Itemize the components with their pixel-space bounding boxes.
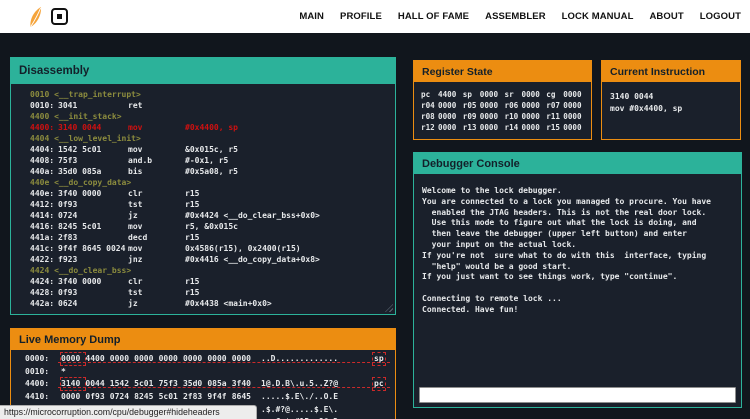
disassembly-label: 4404 <__low_level_init> (30, 134, 141, 143)
register-r08: r08 0000 (421, 112, 457, 121)
register-r04: r04 0000 (421, 101, 457, 110)
register-grid: pc 4400 sp 0000 sr 0000 cg 0000 r04 0000 r05 0000 r0… (421, 89, 585, 133)
console-line: If you're not sure what to do with this … (422, 250, 707, 260)
disassembly-label: 4400 <__init_stack> (30, 112, 122, 121)
register-state-panel: Register State pc 4400 sp 0000 sr 0000 cg 0000 r… (413, 60, 592, 140)
current-instruction-text: mov #0x4400, sp (610, 104, 683, 113)
disassembly-instruction[interactable]: 0010: 3041 ret (11, 100, 395, 111)
nav-item-profile[interactable]: PROFILE (340, 11, 382, 22)
disassembly-label: 0010 <__trap_interrupt> (30, 90, 141, 99)
register-state-header: Register State (414, 61, 591, 82)
nav-item-assembler[interactable]: ASSEMBLER (485, 11, 546, 22)
square-logo-icon (51, 8, 68, 25)
console-line: your input on the actual lock. (422, 239, 577, 249)
disassembly-instruction[interactable]: 4414: 0724 jz #0x4424 <__do_clear_bss+0x0> (11, 210, 395, 221)
register-r11: r11 0000 (546, 112, 582, 121)
pointer-badge-sp: sp (372, 352, 386, 366)
console-line: Welcome to the lock debugger. (422, 186, 562, 195)
register-r06: r06 0000 (504, 101, 540, 110)
disassembly-instruction[interactable]: 4416: 8245 5c01 mov r5, &0x015c (11, 221, 395, 232)
disassembly-lines: 0010 <__trap_interrupt> 0010: 3041 ret 4400 … (11, 84, 395, 314)
current-instruction-panel: Current Instruction 3140 0044 mov #0x440… (601, 60, 741, 140)
disassembly-instruction[interactable]: 442a: 0624 jz #0x4438 <main+0x0> (11, 298, 395, 309)
register-r12: r12 0000 (421, 123, 457, 132)
nav-item-hall-of-fame[interactable]: HALL OF FAME (398, 11, 469, 22)
disassembly-instruction[interactable]: 4428: 0f93 tst r15 (11, 287, 395, 298)
console-line: Connected. Have fun! (422, 304, 519, 314)
console-line: "help" would be a good start. (422, 261, 572, 271)
memory-dump-header: Live Memory Dump (11, 329, 395, 350)
register-r15: r15 0000 (546, 123, 582, 132)
register-r09: r09 0000 (462, 112, 499, 121)
register-cg: cg 0000 (546, 90, 582, 99)
logo-group (0, 6, 68, 28)
console-line: Use this mode to figure out what the loc… (422, 218, 697, 228)
register-r13: r13 0000 (462, 123, 499, 132)
current-instruction-header: Current Instruction (602, 61, 740, 82)
console-line: Connecting to remote lock ... (422, 293, 562, 303)
disassembly-instruction[interactable]: 4408: 75f3 and.b #-0x1, r5 (11, 155, 395, 166)
disassembly-instruction[interactable]: 4412: 0f93 tst r15 (11, 199, 395, 210)
disassembly-instruction[interactable]: 4404: 1542 5c01 mov &0x015c, r5 (11, 144, 395, 155)
register-r10: r10 0000 (504, 112, 540, 121)
console-line: You are connected to a lock you managed … (422, 196, 711, 206)
disassembly-panel: Disassembly 0010 <__trap_interrupt> 0010:… (10, 57, 396, 315)
register-pc: pc 4400 (421, 90, 457, 99)
disassembly-instruction[interactable]: 4424: 3f40 0000 clr r15 (11, 276, 395, 287)
register-r14: r14 0000 (504, 123, 540, 132)
disassembly-instruction[interactable]: 440e: 3f40 0000 clr r15 (11, 188, 395, 199)
memory-row: 0010: * (25, 366, 66, 376)
disassembly-instruction[interactable]: 441c: 9f4f 8645 0024 mov 0x4586(r15), 0x240… (11, 243, 395, 254)
register-sp: sp 0000 (462, 90, 499, 99)
nav-item-logout[interactable]: LOGOUT (700, 11, 741, 22)
console-input[interactable] (419, 387, 736, 403)
console-line: If you just want to see things work, typ… (422, 272, 678, 282)
console-output: Welcome to the lock debugger. You are con… (414, 174, 741, 385)
disassembly-instruction[interactable]: 440a: 35d0 085a bis #0x5a08, r5 (11, 166, 395, 177)
memory-row: 4410: 0000 0f93 0724 8245 5c01 2f83 9f4f 8645...… (25, 392, 339, 402)
disassembly-header: Disassembly (11, 58, 395, 84)
disassembly-instruction[interactable]: 441a: 2f83 decd r15 (11, 232, 395, 243)
disassembly-label: 440e <__do_copy_data> (30, 178, 132, 187)
top-header-bar: MAIN PROFILE HALL OF FAME ASSEMBLER LOCK MAN… (0, 0, 750, 33)
disassembly-instruction-current[interactable]: 4400: 3140 0044 mov #0x4400, sp (11, 122, 395, 133)
console-line: then leave the debugger (upper left butt… (422, 229, 687, 239)
nav: MAIN PROFILE HALL OF FAME ASSEMBLER LOCK MAN… (299, 11, 750, 22)
disassembly-label: 4424 <__do_clear_bss> (30, 266, 132, 275)
nav-item-about[interactable]: ABOUT (649, 11, 683, 22)
register-r05: r05 0000 (462, 101, 499, 110)
debugger-page: MAIN PROFILE HALL OF FAME ASSEMBLER LOCK MAN… (0, 0, 750, 419)
console-line: enabled the JTAG headers. This is not th… (422, 207, 707, 217)
nav-item-lock-manual[interactable]: LOCK MANUAL (562, 11, 634, 22)
disassembly-instruction[interactable]: 4422: f923 jnz #0x4416 <__do_copy_data+0x8> (11, 254, 395, 265)
nav-item-main[interactable]: MAIN (299, 11, 324, 22)
debugger-console-panel: Debugger Console Welcome to the lock deb… (413, 152, 742, 408)
status-url-tooltip: https://microcorruption.com/cpu/debugger… (0, 405, 257, 419)
memory-row: 0000: 0000 4400 0000 0000 0000 0000 0000 0000 ..D… (11, 352, 395, 366)
memory-row: 4400: 3140 0044 1542 5c01 75f3 35d0 085a 3f40 1@.… (11, 377, 395, 392)
current-instruction-hex: 3140 0044 (610, 92, 654, 101)
register-r07: r07 0000 (546, 101, 582, 110)
pointer-badge-pc: pc (372, 377, 386, 392)
debugger-console-header: Debugger Console (414, 153, 741, 174)
register-sr: sr 0000 (504, 90, 540, 99)
feather-icon (30, 6, 42, 27)
